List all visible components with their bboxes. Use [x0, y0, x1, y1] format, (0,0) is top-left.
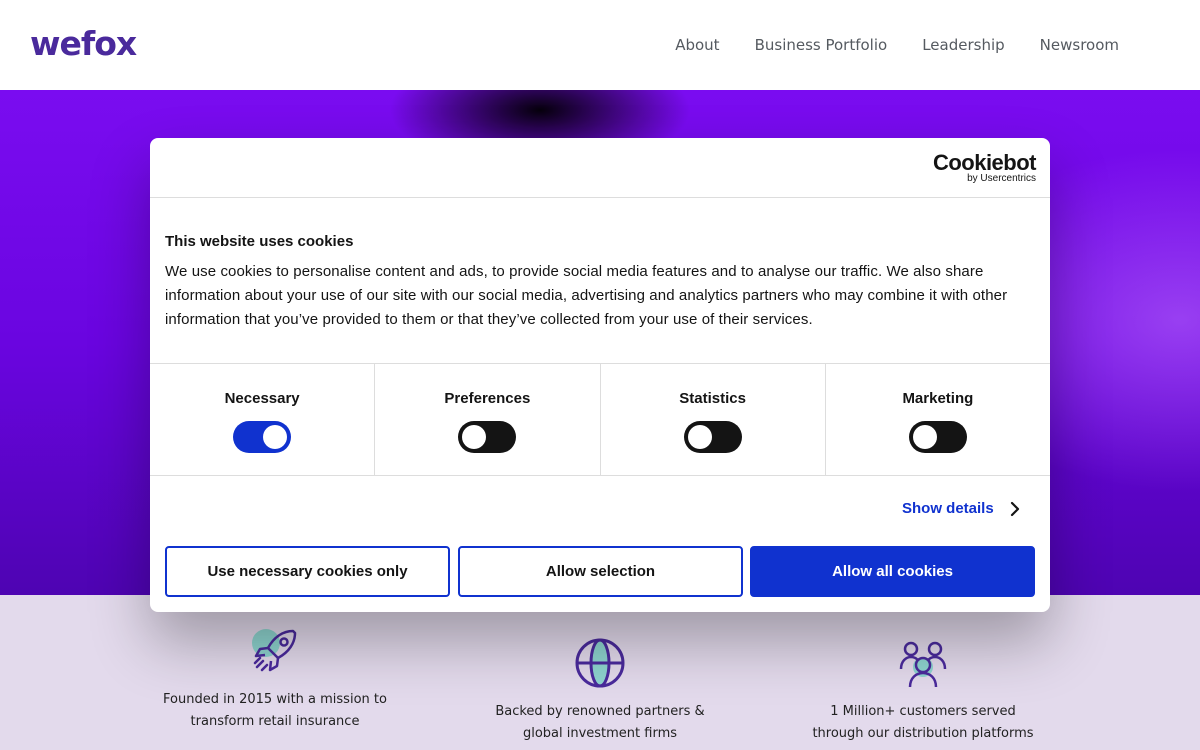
- toggle-cell-statistics: Statistics: [601, 364, 826, 475]
- toggle-cell-marketing: Marketing: [826, 364, 1050, 475]
- feature-text: Backed by renowned partners & global inv…: [495, 704, 705, 741]
- toggle-label: Preferences: [444, 390, 531, 407]
- features-section: Founded in 2015 with a mission to transf…: [0, 595, 1200, 750]
- cookie-consent-dialog: Cookiebot by Usercentrics This website u…: [150, 138, 1050, 612]
- feature-customers: 1 Million+ customers served through our …: [808, 637, 1038, 745]
- toggle-label: Marketing: [902, 390, 974, 407]
- consent-toggles: Necessary Preferences Statistics Marketi…: [150, 363, 1050, 476]
- nav-about[interactable]: About: [675, 36, 719, 54]
- show-details-link[interactable]: Show details: [902, 500, 1020, 517]
- toggle-knob: [462, 425, 487, 449]
- rocket-icon: [252, 629, 297, 672]
- dialog-title: This website uses cookies: [165, 233, 354, 250]
- nav-newsroom[interactable]: Newsroom: [1040, 36, 1119, 54]
- toggle-knob: [912, 425, 937, 449]
- cookiebot-logo: Cookiebot by Usercentrics: [932, 150, 1037, 184]
- feature-text: 1 Million+ customers served through our …: [812, 704, 1034, 741]
- toggle-label: Necessary: [224, 390, 300, 407]
- use-necessary-only-button[interactable]: Use necessary cookies only: [165, 546, 450, 597]
- globe-icon: [575, 638, 625, 688]
- toggle-cell-preferences: Preferences: [375, 364, 601, 475]
- main-nav: About Business Portfolio Leadership News…: [675, 36, 1119, 54]
- feature-text: Founded in 2015 with a mission to transf…: [163, 692, 387, 729]
- allow-selection-button[interactable]: Allow selection: [458, 546, 743, 597]
- feature-founded: Founded in 2015 with a mission to transf…: [160, 625, 390, 733]
- wefox-logo[interactable]: wefox: [30, 24, 137, 63]
- toggle-knob: [687, 425, 712, 449]
- allow-all-cookies-button[interactable]: Allow all cookies: [750, 546, 1035, 597]
- nav-leadership[interactable]: Leadership: [922, 36, 1004, 54]
- marketing-toggle[interactable]: [908, 421, 967, 453]
- feature-partners: Backed by renowned partners & global inv…: [485, 637, 715, 745]
- preferences-toggle[interactable]: [458, 421, 517, 453]
- necessary-toggle[interactable]: [233, 421, 292, 453]
- nav-business-portfolio[interactable]: Business Portfolio: [755, 36, 888, 54]
- site-header: wefox About Business Portfolio Leadershi…: [0, 0, 1200, 90]
- toggle-label: Statistics: [679, 390, 746, 407]
- toggle-knob: [263, 425, 288, 449]
- chevron-right-icon: [1010, 501, 1019, 516]
- dialog-header: Cookiebot by Usercentrics: [150, 138, 1050, 198]
- show-details-label: Show details: [902, 500, 994, 517]
- statistics-toggle[interactable]: [683, 421, 742, 453]
- toggle-cell-necessary: Necessary: [150, 364, 376, 475]
- people-icon: [899, 641, 947, 688]
- dialog-description: We use cookies to personalise content an…: [165, 263, 1008, 328]
